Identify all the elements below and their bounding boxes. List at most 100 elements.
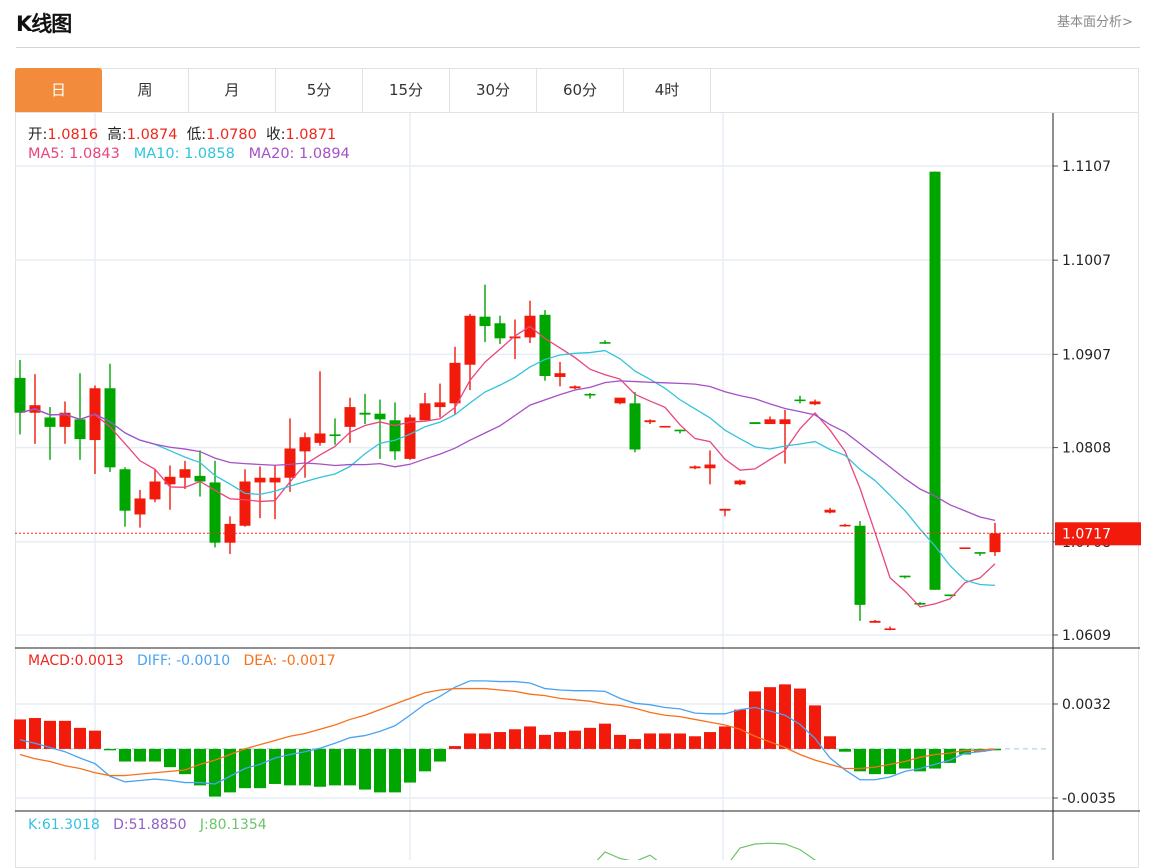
close-value: 1.0871: [285, 127, 337, 143]
macd-bar: [269, 748, 281, 784]
ma-info: MA5: 1.0843 MA10: 1.0858 MA20: 1.0894: [28, 146, 350, 162]
current-price-label: 1.0717: [1062, 526, 1111, 542]
candle-body: [674, 429, 686, 432]
candle-body: [344, 407, 356, 427]
candle-body: [494, 323, 506, 339]
macd-bar: [569, 730, 581, 749]
macd-bar: [419, 748, 431, 772]
open-label: 开:: [28, 127, 48, 143]
candle-body: [689, 466, 701, 469]
candle: [209, 460, 221, 548]
macd-bar: [374, 748, 386, 793]
macd-tick-label: -0.0035: [1062, 791, 1116, 807]
macd-bar: [704, 732, 716, 749]
candle-body: [119, 469, 131, 511]
macd-bar: [209, 748, 221, 797]
candle-body: [554, 373, 566, 377]
candle: [239, 469, 251, 527]
macd-value: MACD:0.0013: [28, 653, 124, 669]
candle-body: [539, 314, 551, 377]
macd-bar: [794, 688, 806, 749]
candle: [314, 371, 326, 446]
candle: [854, 521, 866, 621]
candle-body: [989, 533, 1001, 553]
candle-body: [734, 480, 746, 485]
macd-bar: [899, 748, 911, 769]
macd-bar: [629, 739, 641, 749]
candle-body: [434, 402, 446, 408]
candle: [674, 429, 686, 434]
ma5-line: [19, 325, 996, 608]
macd-bar: [104, 748, 116, 751]
macd-bar: [404, 748, 416, 783]
high-label: 高:: [107, 127, 127, 143]
candle: [524, 300, 536, 344]
macd-bar: [884, 748, 896, 775]
candle: [434, 383, 446, 418]
candle: [254, 466, 266, 519]
macd-bar: [869, 748, 881, 775]
candle-body: [884, 628, 896, 631]
candle: [704, 450, 716, 485]
candle: [74, 373, 86, 460]
candle-body: [764, 419, 776, 425]
candle: [884, 626, 896, 631]
low-label: 低:: [186, 127, 207, 143]
macd-bar: [599, 723, 611, 749]
candle-body: [269, 477, 281, 483]
candle: [569, 385, 581, 390]
price-tick-label: 1.1107: [1062, 159, 1111, 175]
candle: [764, 416, 776, 425]
ma5-value: MA5: 1.0843: [28, 146, 120, 162]
candle: [869, 619, 881, 623]
candle-body: [719, 508, 731, 511]
macd-bar: [749, 691, 761, 749]
candle: [374, 399, 386, 459]
candle-body: [149, 481, 161, 500]
k-value: K:61.3018: [28, 817, 100, 833]
macd-bar: [344, 748, 356, 786]
macd-bar: [119, 748, 131, 762]
candle-body: [194, 475, 206, 482]
candle-body: [854, 525, 866, 605]
candle: [584, 392, 596, 399]
macd-bar: [524, 726, 536, 749]
macd-bar: [494, 732, 506, 749]
candle: [929, 171, 941, 590]
candle-body: [749, 422, 761, 425]
price-tick-label: 1.0808: [1062, 441, 1111, 457]
macd-bar: [389, 748, 401, 793]
macd-tick-label: 0.0032: [1062, 697, 1111, 713]
macd-bar: [614, 734, 626, 749]
candle-body: [614, 397, 626, 404]
macd-bar: [44, 720, 56, 749]
macd-bar: [59, 720, 71, 749]
candle: [14, 360, 26, 435]
candle: [599, 340, 611, 344]
macd-bar: [254, 748, 266, 789]
macd-bar: [14, 719, 26, 749]
candle-body: [599, 342, 611, 344]
macd-bar: [659, 733, 671, 749]
macd-bar: [434, 748, 446, 762]
candle: [689, 465, 701, 470]
macd-bar: [479, 733, 491, 749]
candle-body: [704, 464, 716, 469]
j-value: J:80.1354: [199, 817, 267, 833]
candle: [59, 401, 71, 444]
candle: [119, 467, 131, 527]
macd-bar: [89, 730, 101, 749]
candle-body: [254, 477, 266, 483]
candle: [104, 363, 116, 473]
candle: [89, 385, 101, 474]
candle-body: [479, 316, 491, 327]
candle: [734, 479, 746, 486]
candle-body: [224, 523, 236, 543]
candle-body: [809, 401, 821, 405]
macd-bar: [644, 733, 656, 749]
candle-body: [794, 399, 806, 402]
candle: [794, 395, 806, 404]
candle-body: [374, 413, 386, 420]
macd-bar: [314, 748, 326, 787]
candle: [389, 402, 401, 460]
